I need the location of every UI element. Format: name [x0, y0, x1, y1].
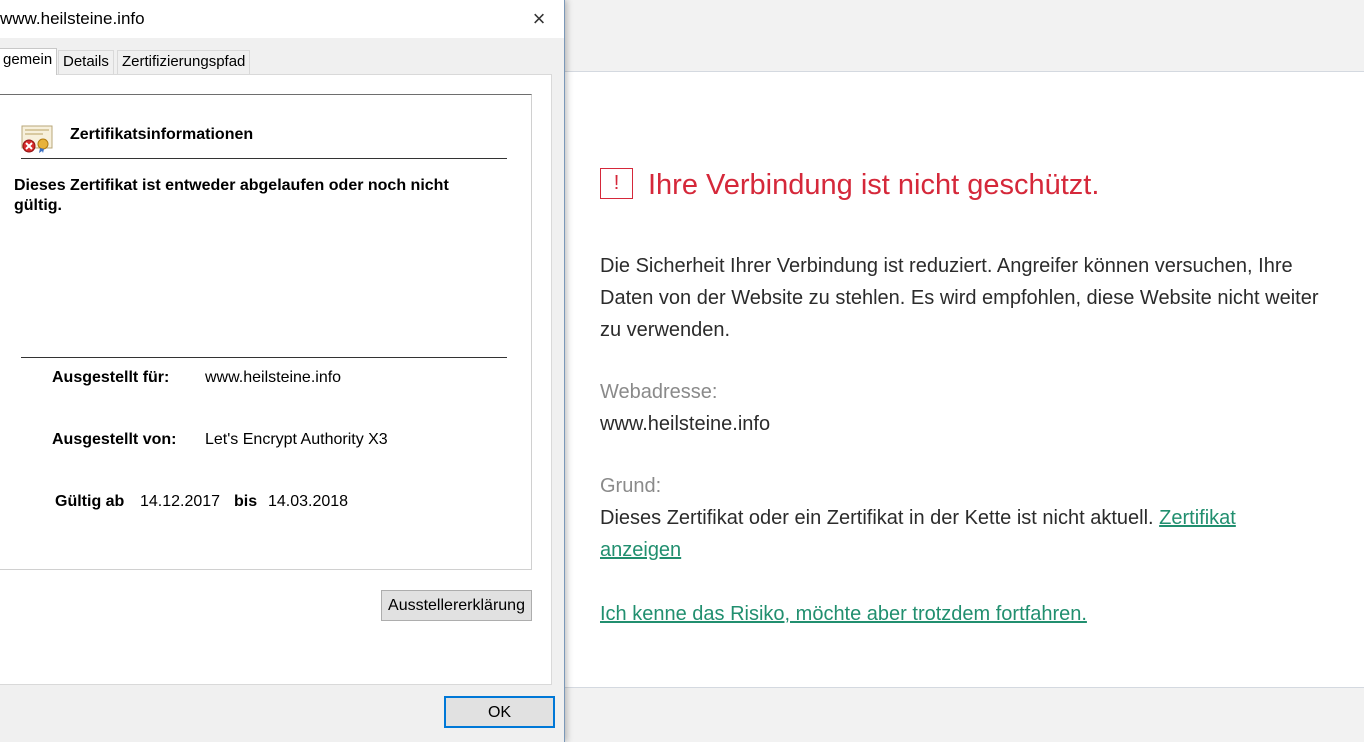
tab-certification-path[interactable]: Zertifizierungspfad — [117, 50, 251, 74]
warning-icon: ! — [600, 168, 633, 199]
error-description: Die Sicherheit Ihrer Verbindung ist redu… — [600, 255, 1319, 341]
tab-details[interactable]: Details — [58, 50, 114, 74]
divider — [21, 357, 507, 358]
certificate-dialog: www.heilsteine.info × gemein Details Zer… — [0, 0, 565, 742]
proceed-anyway-link[interactable]: Ich kenne das Risiko, möchte aber trotzd… — [600, 603, 1087, 625]
issuer-statement-button[interactable]: Ausstellererklärung — [381, 590, 532, 621]
valid-from-label: Gültig ab — [55, 493, 125, 510]
issued-by-label: Ausgestellt von: — [52, 431, 177, 448]
issued-to-value: www.heilsteine.info — [205, 369, 342, 386]
address-label: Webadresse: — [600, 381, 718, 403]
info-heading: Zertifikatsinformationen — [70, 126, 254, 143]
dialog-titlebar: www.heilsteine.info × — [0, 0, 564, 38]
tab-general[interactable]: gemein — [0, 48, 58, 75]
valid-to-label: bis — [234, 493, 258, 510]
certificate-error-icon — [21, 125, 53, 153]
reason-text: Dieses Zertifikat oder ein Zertifikat in… — [600, 507, 1154, 529]
proceed-link-row: Ich kenne das Risiko, möchte aber trotzd… — [600, 598, 1320, 630]
close-icon[interactable]: × — [522, 4, 556, 34]
valid-to-value: 14.03.2018 — [268, 493, 349, 510]
dialog-title: www.heilsteine.info — [0, 9, 145, 28]
issued-to-label: Ausgestellt für: — [52, 369, 170, 386]
issued-by-value: Let's Encrypt Authority X3 — [205, 431, 388, 448]
info-message: Dieses Zertifikat ist entweder abgelaufe… — [14, 177, 449, 214]
reason-label: Grund: — [600, 475, 662, 497]
error-title: Ihre Verbindung ist nicht geschützt. — [648, 169, 1100, 201]
divider — [21, 158, 507, 159]
address-value: www.heilsteine.info — [600, 413, 771, 435]
ok-button[interactable]: OK — [444, 696, 555, 728]
valid-from-value: 14.12.2017 — [140, 493, 221, 510]
reason-text-block: Dieses Zertifikat oder ein Zertifikat in… — [600, 502, 1320, 566]
